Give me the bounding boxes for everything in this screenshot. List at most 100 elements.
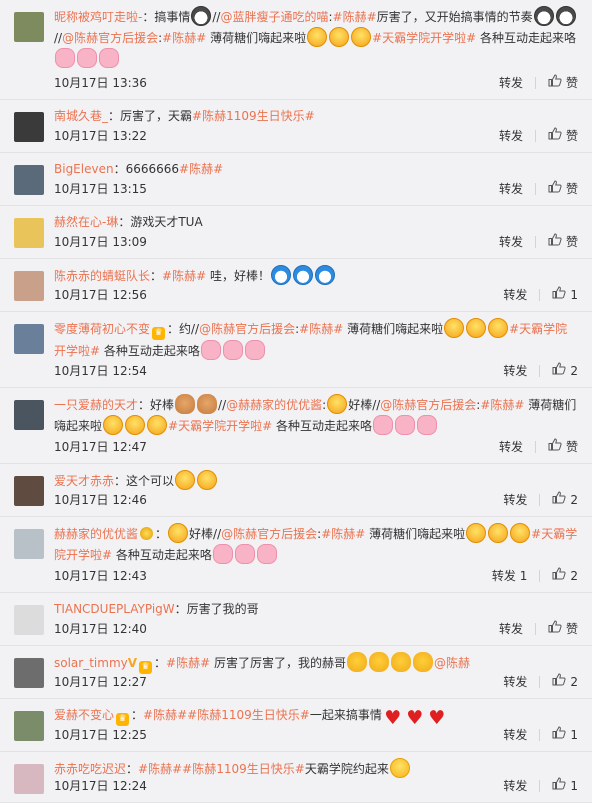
mention-link[interactable]: @陈赫官方后援会 — [221, 527, 317, 541]
hashtag-link[interactable]: #陈赫# — [143, 708, 187, 722]
hashtag-link[interactable]: #陈赫# — [179, 162, 223, 176]
grin-emoji-icon — [444, 318, 465, 338]
hashtag-link[interactable]: #陈赫# — [138, 762, 182, 776]
avatar[interactable] — [14, 271, 44, 301]
like-button[interactable]: 1 — [552, 286, 578, 304]
forward-button[interactable]: 转发 — [499, 127, 523, 145]
comment-text: 各种互动走起来咯 — [272, 419, 372, 433]
username-link[interactable]: 昵称被鸡叮走啦- — [54, 10, 142, 24]
like-button[interactable]: 1 — [552, 777, 578, 795]
avatar[interactable] — [14, 529, 44, 559]
like-count: 1 — [570, 728, 578, 742]
comment-actions: 转发 赞 — [499, 233, 578, 251]
like-button[interactable]: 赞 — [548, 127, 578, 145]
comment-meta: 10月17日 12:40 转发 赞 — [54, 620, 578, 638]
forward-button[interactable]: 转发 — [503, 491, 527, 509]
like-button[interactable]: 1 — [552, 726, 578, 744]
comment-row: 一只爱赫的天才：好棒//@赫赫家的优优酱: 好棒//@陈赫官方后援会:#陈赫# 薄… — [0, 388, 592, 464]
forward-button[interactable]: 转发 — [499, 180, 523, 198]
avatar[interactable] — [14, 324, 44, 354]
comment-text: 薄荷糖们嗨起来啦 — [206, 31, 307, 45]
comment-row: 陈赤赤的蜻蜓队长：#陈赫# 哇，好棒！ 10月17日 12:56 转发 1 — [0, 259, 592, 312]
hashtag-link[interactable]: #陈赫# — [162, 31, 206, 45]
avatar[interactable] — [14, 764, 44, 794]
username-link[interactable]: BigEleven — [54, 162, 114, 176]
forward-button[interactable]: 转发 — [503, 286, 527, 304]
action-divider — [539, 729, 541, 741]
like-button[interactable]: 赞 — [548, 438, 578, 456]
hashtag-link[interactable]: #陈赫# — [321, 527, 365, 541]
thumbs-up-icon — [548, 233, 562, 251]
comment-text: 薄荷糖们嗨起来啦 — [343, 322, 444, 336]
username-link[interactable]: 爱赫不变心 — [54, 708, 114, 722]
username-link[interactable]: 爱天才赤赤 — [54, 474, 114, 488]
comment-row: 赫然在心-琳：游戏天才TUA 10月17日 13:09 转发 赞 — [0, 206, 592, 259]
comment-text: ：6666666 — [113, 162, 180, 176]
forward-button[interactable]: 转发 — [499, 74, 523, 92]
comment-content: TIANCDUEPLAYPigW：厉害了我的哥 — [54, 599, 578, 619]
mention-link[interactable]: @赫赫家的优优酱 — [226, 398, 322, 412]
vip-badge-icon: ♛ — [152, 327, 166, 340]
hashtag-link[interactable]: #陈赫# — [166, 656, 210, 670]
avatar[interactable] — [14, 400, 44, 430]
pig-emoji-icon — [77, 48, 97, 68]
hashtag-link[interactable]: #陈赫# — [162, 269, 206, 283]
username-link[interactable]: 赫赫家的优优酱 — [54, 527, 138, 541]
forward-button[interactable]: 转发 — [503, 362, 527, 380]
forward-button[interactable]: 转发 — [499, 620, 523, 638]
hashtag-link[interactable]: #天霸学院开学啦# — [372, 31, 476, 45]
avatar[interactable] — [14, 218, 44, 248]
hashtag-link[interactable]: #陈赫# — [299, 322, 343, 336]
avatar[interactable] — [14, 12, 44, 42]
like-button[interactable]: 赞 — [548, 233, 578, 251]
avatar[interactable] — [14, 476, 44, 506]
username-link[interactable]: 陈赤赤的蜻蜓队长 — [54, 269, 150, 283]
forward-button[interactable]: 转发 — [499, 233, 523, 251]
mention-link[interactable]: @陈赫 — [434, 656, 470, 670]
like-button[interactable]: 赞 — [548, 180, 578, 198]
comment-content: 昵称被鸡叮走啦-：搞事情//@蓝胖瘦子通吃的喵:#陈赫#厉害了，又开始搞事情的节… — [54, 6, 578, 69]
forward-button[interactable]: 转发 — [499, 438, 523, 456]
username-link[interactable]: 零度薄荷初心不变 — [54, 322, 150, 336]
like-button[interactable]: 赞 — [548, 74, 578, 92]
avatar[interactable] — [14, 658, 44, 688]
hashtag-link[interactable]: #陈赫# — [480, 398, 524, 412]
hashtag-link[interactable]: #陈赫1109生日快乐# — [187, 708, 310, 722]
comment-content: 赫然在心-琳：游戏天才TUA — [54, 212, 578, 232]
username-link[interactable]: 赤赤吃吃迟迟 — [54, 762, 126, 776]
mention-link[interactable]: @蓝胖瘦子通吃的喵 — [220, 10, 328, 24]
action-divider — [534, 130, 536, 142]
like-button[interactable]: 2 — [552, 673, 578, 691]
forward-button[interactable]: 转发 — [503, 777, 527, 795]
like-button[interactable]: 赞 — [548, 620, 578, 638]
forward-button[interactable]: 转发 — [503, 673, 527, 691]
username-link[interactable]: 赫然在心-琳 — [54, 215, 118, 229]
avatar[interactable] — [14, 165, 44, 195]
forward-button[interactable]: 转发 1 — [492, 567, 527, 585]
mention-link[interactable]: @陈赫官方后援会 — [62, 31, 158, 45]
hashtag-link[interactable]: #陈赫1109生日快乐# — [192, 109, 315, 123]
username-link[interactable]: 南城久巷_ — [54, 109, 108, 123]
username-link[interactable]: solar_timmy — [54, 656, 128, 670]
comment-content: 赫赫家的优优酱：好棒//@陈赫官方后援会:#陈赫# 薄荷糖们嗨起来啦 #天霸学院开… — [54, 523, 578, 565]
mention-link[interactable]: @陈赫官方后援会 — [199, 322, 295, 336]
mention-link[interactable]: @陈赫官方后援会 — [380, 398, 476, 412]
comment-meta: 10月17日 13:22 转发 赞 — [54, 127, 578, 145]
username-link[interactable]: TIANCDUEPLAYPigW — [54, 602, 175, 616]
hashtag-link[interactable]: #天霸学院开学啦# — [168, 419, 272, 433]
avatar[interactable] — [14, 605, 44, 635]
username-link[interactable]: 一只爱赫的天才 — [54, 398, 138, 412]
pig-emoji-icon — [234, 544, 255, 564]
like-button[interactable]: 2 — [552, 567, 578, 585]
avatar[interactable] — [14, 112, 44, 142]
comment-text: 各种互动走起来咯 — [100, 344, 200, 358]
thumbs-up-icon — [552, 726, 566, 744]
forward-button[interactable]: 转发 — [503, 726, 527, 744]
avatar[interactable] — [14, 711, 44, 741]
grin-emoji-icon — [147, 415, 168, 435]
comment-list: 昵称被鸡叮走啦-：搞事情//@蓝胖瘦子通吃的喵:#陈赫#厉害了，又开始搞事情的节… — [0, 0, 592, 803]
hashtag-link[interactable]: #陈赫# — [333, 10, 377, 24]
hashtag-link[interactable]: #陈赫1109生日快乐# — [182, 762, 305, 776]
like-button[interactable]: 2 — [552, 491, 578, 509]
like-button[interactable]: 2 — [552, 362, 578, 380]
